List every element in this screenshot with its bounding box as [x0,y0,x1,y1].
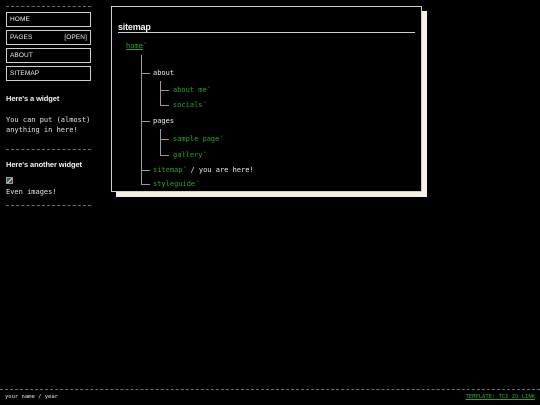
tree-branch-pages [141,121,150,122]
nav-about-button[interactable]: ABOUT [6,48,91,63]
nav-pages-button[interactable]: PAGES [OPEN] [6,30,91,45]
external-marker-icon: ° [203,152,207,157]
sitemap-panel: sitemap home° about about me° socials° p… [111,6,422,192]
socials-link[interactable]: socials [173,101,203,109]
tree-about-line [160,81,161,105]
nav-home-label: HOME [10,16,30,23]
widget-2-title: Here's another widget [6,160,82,169]
external-marker-icon: ° [203,102,207,107]
widget-1-title: Here's a widget [6,94,60,103]
sitemap-link[interactable]: sitemap [153,166,183,174]
tree-branch-about [141,73,150,74]
tree-pages-line [160,129,161,155]
tree-item-socials: socials° [173,101,206,109]
nav-about-label: ABOUT [10,52,33,59]
nav-pages-open-indicator: [OPEN] [64,34,87,41]
tree-trunk-line [141,55,142,184]
external-marker-icon: ° [207,87,211,92]
tree-item-about: about [153,69,175,77]
widget-1-text: You can put (almost) anything in here! [6,116,91,134]
nav-sitemap-button[interactable]: SITEMAP [6,66,91,81]
external-marker-icon: ° [196,181,199,186]
styleguide-link[interactable]: styleguide [153,180,195,188]
tree-item-sitemap: sitemap° / you are here! [153,166,254,174]
external-marker-icon: ° [220,136,224,141]
tree-branch-about-me [160,90,169,91]
external-marker-icon: ° [183,167,187,172]
tree-branch-gallery [160,155,169,156]
tree-branch-styleguide [141,184,150,185]
nav-pages-label: PAGES [10,34,33,41]
tree-item-pages: pages [153,117,175,125]
tree-item-about-me: about me° [173,86,210,94]
sitemap-tree: home° about about me° socials° pages sam… [112,7,421,191]
nav-home-button[interactable]: HOME [6,12,91,27]
footer-credit: your name / year [5,394,58,400]
nav-sitemap-label: SITEMAP [10,70,40,77]
tree-branch-sitemap [141,170,150,171]
you-are-here-label: / you are here! [190,166,254,174]
gallery-link[interactable]: gallery [173,151,203,159]
tree-branch-socials [160,105,169,106]
tree-item-home: home° [126,42,147,50]
sample-page-link[interactable]: sample page [173,135,219,143]
about-me-link[interactable]: about me [173,86,207,94]
sidebar-top-divider [6,6,91,7]
broken-image-icon [6,177,13,184]
sidebar-bottom-divider [6,205,91,206]
template-credit-link[interactable]: TEMPLATE: TCI ZO-LINK [465,394,535,400]
tree-branch-sample-page [160,139,169,140]
external-marker-icon: ° [143,43,147,48]
tree-item-styleguide: styleguide° [153,180,199,188]
tree-item-sample-page: sample page° [173,135,223,143]
sidebar: HOME PAGES [OPEN] ABOUT SITEMAP Here's a… [6,6,91,206]
widget-divider [6,149,91,150]
widget-2-text: Even images! [6,188,57,196]
tree-item-gallery: gallery° [173,151,206,159]
home-link[interactable]: home [126,42,143,50]
footer-divider [0,389,540,390]
